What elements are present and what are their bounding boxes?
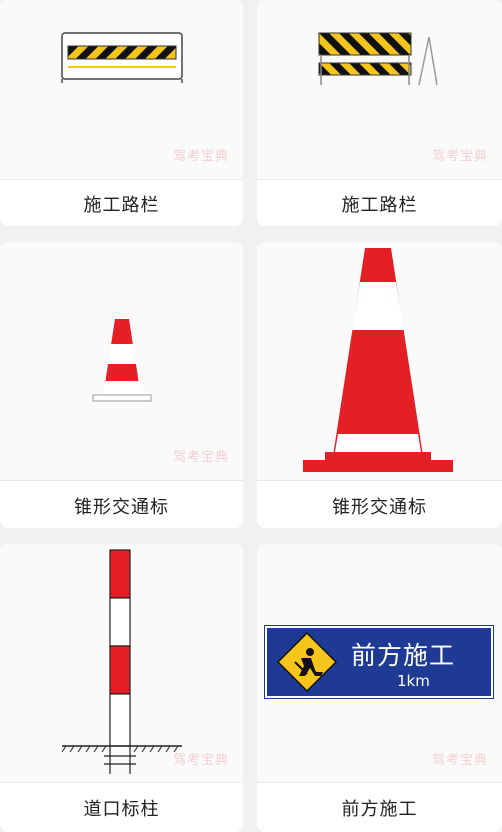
small-traffic-cone-icon <box>92 319 152 402</box>
sign-card-construction-barrier-1[interactable]: 驾考宝典 施工路栏 <box>0 0 243 226</box>
divider <box>257 480 502 481</box>
sign-card-label: 施工路栏 <box>83 195 160 216</box>
sign-card-construction-barrier-2[interactable]: 驾考宝典 施工路栏 <box>257 0 502 226</box>
sign-image-area: 驾考宝典 <box>257 0 502 179</box>
sign-image-area: 驾考宝典 <box>0 242 243 480</box>
barrier-fence-icon <box>61 32 183 83</box>
watermark: 驾考宝典 <box>431 149 488 164</box>
large-traffic-cone-icon <box>303 248 453 472</box>
sign-card-crossing-post[interactable]: 驾考宝典 道口标柱 <box>0 544 243 832</box>
sign-distance: 1km <box>397 672 430 690</box>
watermark: 驾考宝典 <box>431 753 488 768</box>
sign-card-label: 锥形交通标 <box>74 497 169 518</box>
divider <box>0 480 243 481</box>
divider <box>0 782 243 783</box>
sign-card-label: 道口标柱 <box>83 799 160 820</box>
warning-diamond-icon <box>276 631 338 693</box>
sign-card-label: 前方施工 <box>341 799 418 820</box>
construction-ahead-sign-icon: 前方施工 1km <box>264 625 494 699</box>
sign-image-area <box>257 242 502 480</box>
divider <box>257 782 502 783</box>
watermark: 驾考宝典 <box>172 149 229 164</box>
sign-card-traffic-cone-small[interactable]: 驾考宝典 锥形交通标 <box>0 242 243 528</box>
watermark: 驾考宝典 <box>172 450 229 465</box>
barrier-stand-icon <box>318 32 438 86</box>
watermark: 驾考宝典 <box>172 753 229 768</box>
divider <box>257 179 502 180</box>
sign-image-area: 前方施工 1km 驾考宝典 <box>257 544 502 782</box>
sign-card-label: 施工路栏 <box>341 195 418 216</box>
sign-image-area: 驾考宝典 <box>0 0 243 179</box>
sign-card-label: 锥形交通标 <box>332 497 427 518</box>
divider <box>0 179 243 180</box>
sign-card-traffic-cone-large[interactable]: 锥形交通标 <box>257 242 502 528</box>
crossing-post-icon <box>61 549 182 774</box>
sign-card-construction-ahead[interactable]: 前方施工 1km 驾考宝典 前方施工 <box>257 544 502 832</box>
sign-image-area: 驾考宝典 <box>0 544 243 782</box>
sign-title: 前方施工 <box>351 641 456 670</box>
